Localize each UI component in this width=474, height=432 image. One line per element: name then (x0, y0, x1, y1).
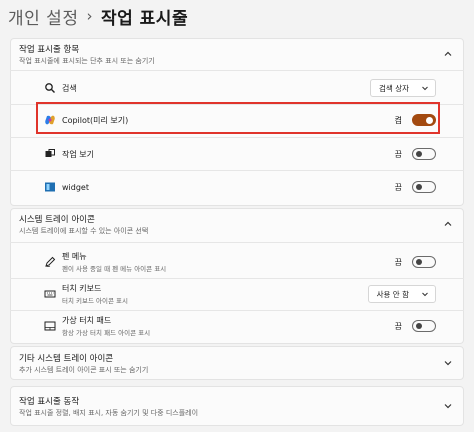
virtual-touchpad-desc: 항상 가상 터치 패드 아이콘 표시 (62, 329, 151, 337)
section-subtitle: 작업 표시줄 정렬, 배지 표시, 자동 숨기기 및 다중 디스플레이 (19, 408, 199, 417)
divider (10, 242, 464, 243)
toggle-state: 끔 (394, 321, 402, 331)
dropdown-value: 사용 안 함 (376, 289, 409, 299)
pen-menu-desc: 펜이 사용 중일 때 펜 메뉴 아이콘 표시 (62, 265, 167, 273)
chevron-down-icon (422, 292, 428, 297)
system-tray-header[interactable]: 시스템 트레이 아이콘 시스템 트레이에 표시할 수 있는 아이콘 선택 (10, 208, 464, 240)
toggle-state: 끔 (394, 149, 402, 159)
task-view-icon (44, 148, 56, 160)
virtual-touchpad-label: 가상 터치 패드 (62, 316, 112, 325)
pen-menu-label: 펜 메뉴 (62, 252, 87, 261)
widget-icon (44, 181, 56, 193)
virtual-touchpad-toggle[interactable] (412, 320, 436, 332)
search-icon (44, 82, 56, 94)
chevron-up-icon[interactable] (442, 218, 454, 230)
chevron-down-icon[interactable] (442, 357, 454, 369)
touchpad-icon (44, 320, 56, 332)
keyboard-icon (44, 288, 56, 300)
search-mode-dropdown[interactable]: 검색 상자 (370, 79, 436, 97)
widget-toggle[interactable] (412, 181, 436, 193)
dropdown-value: 검색 상자 (379, 83, 409, 93)
touch-keyboard-desc: 터치 키보드 아이콘 표시 (62, 297, 128, 305)
section-title: 작업 표시줄 항목 (19, 44, 80, 55)
widget-label: widget (62, 182, 89, 192)
other-tray-header[interactable]: 기타 시스템 트레이 아이콘 추가 시스템 트레이 아이콘 표시 또는 숨기기 (10, 346, 464, 380)
breadcrumb: 개인 설정 › 작업 표시줄 (8, 2, 188, 30)
page-title: 작업 표시줄 (100, 8, 189, 29)
virtual-touchpad-row: 가상 터치 패드 항상 가상 터치 패드 아이콘 표시 끔 (10, 310, 464, 342)
section-title: 기타 시스템 트레이 아이콘 (19, 353, 114, 364)
section-subtitle: 추가 시스템 트레이 아이콘 표시 또는 숨기기 (19, 365, 149, 374)
chevron-down-icon[interactable] (442, 400, 454, 412)
pen-icon (44, 256, 56, 268)
touch-keyboard-label: 터치 키보드 (62, 284, 102, 293)
divider (10, 70, 464, 71)
chevron-down-icon (422, 86, 428, 91)
section-title: 시스템 트레이 아이콘 (19, 214, 95, 225)
task-view-toggle[interactable] (412, 148, 436, 160)
touch-keyboard-dropdown[interactable]: 사용 안 함 (367, 285, 436, 303)
breadcrumb-separator: › (86, 7, 93, 25)
behaviors-header[interactable]: 작업 표시줄 동작 작업 표시줄 정렬, 배지 표시, 자동 숨기기 및 다중 … (10, 386, 464, 426)
section-subtitle: 시스템 트레이에 표시할 수 있는 아이콘 선택 (19, 226, 149, 235)
taskbar-items-header[interactable]: 작업 표시줄 항목 작업 표시줄에 표시되는 단추 표시 또는 숨기기 (10, 38, 464, 70)
toggle-state: 끔 (394, 182, 402, 192)
search-label: 검색 (62, 83, 77, 93)
touch-keyboard-row: 터치 키보드 터치 키보드 아이콘 표시 사용 안 함 (10, 278, 464, 310)
toggle-state: 끔 (394, 257, 402, 267)
pen-menu-row: 펜 메뉴 펜이 사용 중일 때 펜 메뉴 아이콘 표시 끔 (10, 246, 464, 278)
section-title: 작업 표시줄 동작 (19, 396, 80, 407)
breadcrumb-parent[interactable]: 개인 설정 (8, 4, 78, 29)
chevron-up-icon[interactable] (442, 48, 454, 60)
highlight-box (36, 102, 440, 134)
pen-menu-toggle[interactable] (412, 256, 436, 268)
task-view-label: 작업 보기 (62, 149, 94, 159)
search-row: 검색 검색 상자 (10, 72, 464, 104)
widget-row: widget 끔 (10, 171, 464, 203)
section-subtitle: 작업 표시줄에 표시되는 단추 표시 또는 숨기기 (19, 56, 155, 65)
task-view-row: 작업 보기 끔 (10, 138, 464, 170)
